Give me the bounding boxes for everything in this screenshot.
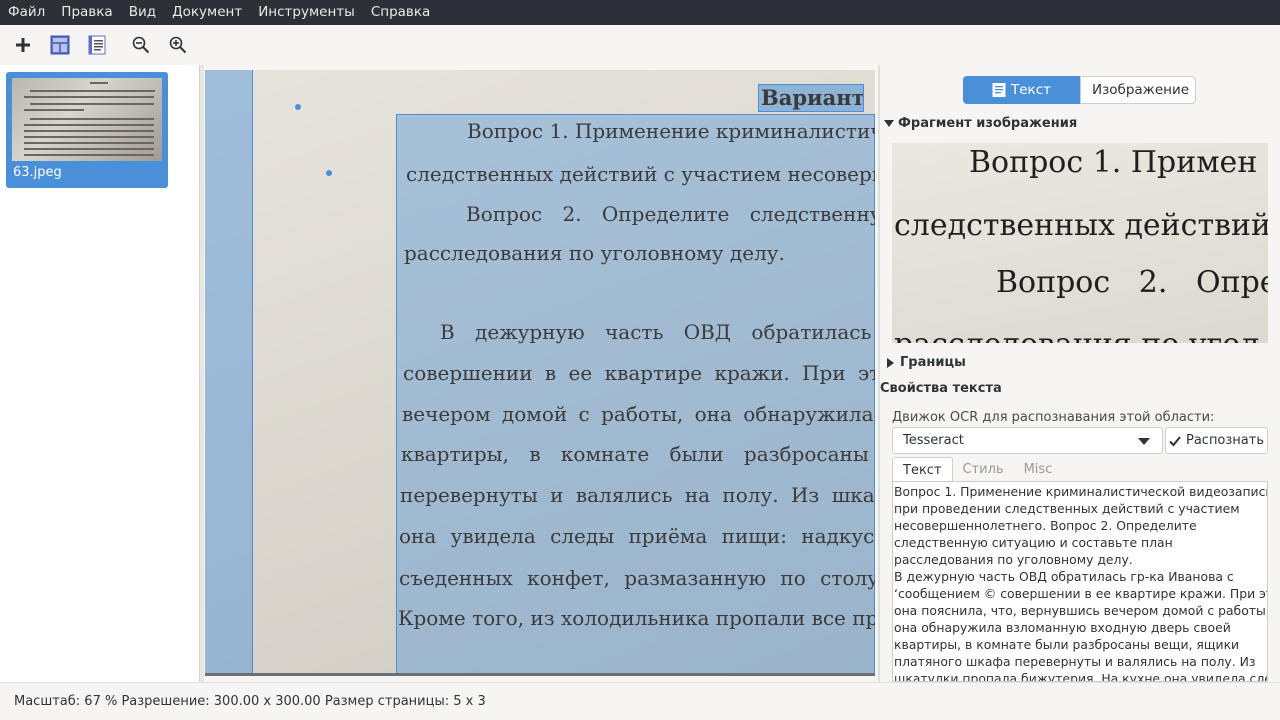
menu-file[interactable]: Файл — [0, 0, 53, 25]
ocr-text-line: платяного шкафа перевернуты и валялись н… — [894, 654, 1256, 669]
borders-title: Границы — [900, 355, 966, 370]
ocr-text-line: расследования по уголовному делу. — [894, 552, 1133, 567]
ocr-engine-label: Движок OCR для распознавания этой област… — [892, 410, 1215, 425]
ocr-text-line: Вопрос 1. Применение криминалистической … — [894, 484, 1268, 499]
add-image-button[interactable] — [8, 30, 38, 60]
page-text-line: В дежурную часть ОВД обратилась гр-ка — [440, 320, 875, 344]
ocr-engine-select[interactable]: Tesseract — [892, 427, 1163, 454]
page-text-line: расследования по уголовному делу. — [404, 241, 785, 265]
tab-misc[interactable]: Misc — [1014, 457, 1063, 482]
ocr-text-line: ‘сообщением © совершении в ее квартире к… — [894, 586, 1268, 601]
text-tabs: Текст Стиль Misc — [892, 457, 1062, 482]
checkmark-icon — [1169, 435, 1181, 446]
page-text-line: съеденных конфет, размазанную по столу — [399, 566, 875, 590]
thumbnail-image — [12, 78, 162, 161]
page-text-line: Кроме того, из холодильника пропали все … — [398, 606, 875, 630]
expander-right-icon — [887, 357, 894, 368]
properties-panel: Текст Изображение Фрагмент изображения В… — [880, 65, 1280, 682]
menu-tools[interactable]: Инструменты — [250, 0, 363, 25]
selection-handle[interactable] — [295, 104, 301, 110]
zoom-in-icon — [169, 36, 187, 54]
ocr-text-line: она обнаружила взломанную входную дверь … — [894, 620, 1231, 635]
ocr-text-line: шкатулки пропала бижутерия. На кухне она… — [894, 671, 1268, 682]
fragment-text-line: следственных действий — [894, 208, 1268, 243]
thumbnail-item[interactable]: 63.jpeg — [6, 72, 168, 188]
ocr-text-line: несовершеннолетнего. Вопрос 2. Определит… — [894, 518, 1197, 533]
menu-view[interactable]: Вид — [121, 0, 164, 25]
mode-switch: Текст Изображение — [963, 76, 1196, 104]
expander-down-icon — [884, 120, 894, 127]
page-layout-icon — [50, 35, 70, 55]
recognize-label: Распознать — [1185, 433, 1265, 448]
status-bar: Масштаб: 67 % Разрешение: 300.00 x 300.0… — [0, 682, 1280, 720]
chevron-down-icon — [1138, 438, 1150, 445]
text-icon — [992, 83, 1006, 97]
zoom-in-button[interactable] — [163, 30, 193, 60]
page-text-line: совершении в ее квартире кражи. При этом — [403, 361, 875, 385]
ocr-engine-value: Tesseract — [903, 433, 964, 448]
page-image: Вариант 5 Вопрос 1. Применение криминали… — [205, 70, 875, 676]
page-text-line: квартиры, в комнате были разбросаны вещи… — [401, 442, 875, 466]
menu-edit[interactable]: Правка — [53, 0, 120, 25]
mode-text-button[interactable]: Текст — [963, 76, 1080, 104]
borders-expander[interactable]: Границы — [884, 355, 966, 370]
selection-area-title[interactable]: Вариант 5 — [758, 84, 864, 112]
menubar: Файл Правка Вид Документ Инструменты Спр… — [0, 0, 1280, 25]
ocr-text-line: следственную ситуацию и составьте план — [894, 535, 1173, 550]
ocr-text-line: при проведении следственных действий с у… — [894, 501, 1240, 516]
image-view-button[interactable] — [45, 30, 75, 60]
page-text-line: следственных действий с участием несовер… — [406, 162, 875, 186]
text-properties-title: Свойства текста — [880, 381, 1002, 396]
tab-text[interactable]: Текст — [892, 457, 953, 482]
plus-icon — [16, 38, 30, 52]
page-text-line: перевернуты и валялись на полу. Из шкату… — [400, 483, 875, 507]
fragment-title: Фрагмент изображения — [898, 116, 1078, 131]
ocr-text-area[interactable]: Вопрос 1. Применение криминалистической … — [892, 481, 1268, 682]
tab-style[interactable]: Стиль — [953, 457, 1014, 482]
selection-handle[interactable] — [326, 170, 332, 176]
fragment-text-line: расследования по угол — [894, 327, 1259, 343]
ocr-text-line: она пояснила, что, вернувшись вечером до… — [894, 603, 1268, 618]
menu-document[interactable]: Документ — [164, 0, 250, 25]
image-fragment-preview: Вопрос 1. Примен следственных действий В… — [892, 143, 1268, 343]
fragment-text-line: Вопрос 1. Примен — [969, 145, 1258, 180]
text-document-icon — [88, 35, 106, 55]
thumbnail-panel: 63.jpeg — [0, 65, 199, 682]
page-text-line: Вопрос 1. Применение криминалистической — [467, 119, 875, 143]
menu-help[interactable]: Справка — [363, 0, 438, 25]
fragment-text-line: Вопрос 2. Опре — [996, 265, 1268, 300]
mode-image-button[interactable]: Изображение — [1080, 76, 1196, 104]
page-text-line: Вопрос 2. Определите следственную — [466, 202, 875, 226]
image-canvas[interactable]: Вариант 5 Вопрос 1. Применение криминали… — [204, 65, 878, 682]
mode-text-label: Текст — [1011, 82, 1051, 98]
ocr-text-line: В дежурную часть ОВД обратилась гр-ка Ив… — [894, 569, 1234, 584]
thumbnail-filename: 63.jpeg — [13, 165, 62, 180]
text-view-button[interactable] — [82, 30, 112, 60]
selection-area-margin[interactable] — [205, 70, 253, 673]
selection-area-body-text[interactable] — [396, 114, 875, 673]
zoom-out-button[interactable] — [126, 30, 156, 60]
mode-image-label: Изображение — [1091, 82, 1190, 98]
fragment-expander[interactable]: Фрагмент изображения — [884, 116, 1077, 131]
toolbar — [0, 25, 1280, 65]
ocr-text-line: квартиры, в комнате были разбросаны вещи… — [894, 637, 1240, 652]
page-text-line: вечером домой с работы, она обнаружила в… — [402, 402, 875, 426]
recognize-button[interactable]: Распознать — [1165, 427, 1268, 454]
zoom-out-icon — [132, 36, 150, 54]
page-text-line: она увидела следы приёма пищи: надкусанн… — [399, 524, 875, 548]
